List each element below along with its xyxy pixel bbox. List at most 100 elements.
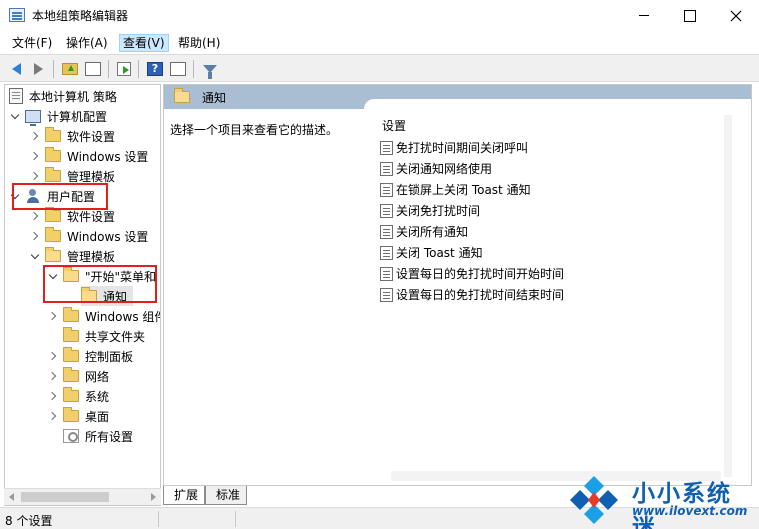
console-tree-icon (85, 62, 101, 76)
filter-button[interactable] (200, 59, 220, 79)
tree-item-system[interactable]: 系统 (47, 386, 109, 406)
chevron-right-icon[interactable] (47, 310, 59, 322)
back-button[interactable] (6, 59, 26, 79)
policy-setting-icon (380, 224, 393, 239)
menu-view[interactable]: 查看(V) (119, 34, 169, 52)
scroll-left-icon[interactable] (9, 493, 14, 501)
show-hide-tree-button[interactable] (83, 59, 103, 79)
maximize-button[interactable] (667, 0, 713, 31)
chevron-right-icon[interactable] (47, 350, 59, 362)
tree-item-user-configuration[interactable]: 用户配置 (9, 186, 95, 206)
list-item[interactable]: 设置每日的免打扰时间开始时间 (380, 263, 564, 284)
console-tree[interactable]: 本地计算机 策略 计算机配置 软件设置 Windows 设置 管理模板 用户配置… (4, 84, 161, 506)
export-icon (117, 62, 131, 76)
chevron-down-icon[interactable] (47, 270, 59, 282)
status-setting-count: 8 个设置 (5, 514, 53, 528)
menu-file[interactable]: 文件(F) (9, 34, 55, 52)
list-item[interactable]: 关闭 Toast 通知 (380, 242, 483, 263)
list-item-label: 关闭 Toast 通知 (396, 246, 483, 260)
help-button[interactable]: ? (145, 59, 165, 79)
list-area-curve (364, 99, 751, 113)
tree-item-computer-configuration[interactable]: 计算机配置 (9, 106, 107, 126)
toolbar-separator (138, 60, 139, 78)
scroll-thumb[interactable] (21, 492, 109, 502)
folder-open-icon (174, 88, 190, 103)
list-item[interactable]: 设置每日的免打扰时间结束时间 (380, 284, 564, 305)
chevron-right-icon[interactable] (29, 210, 41, 222)
tree-item-label: 用户配置 (47, 189, 96, 204)
chevron-right-icon[interactable] (29, 150, 41, 162)
toolbar-separator (193, 60, 194, 78)
tab-standard[interactable]: 标准 (205, 486, 248, 505)
tree-item-all-settings[interactable]: 所有设置 (47, 426, 133, 446)
tree-item-cc-admin-templates[interactable]: 管理模板 (29, 166, 115, 186)
tree-item-network[interactable]: 网络 (47, 366, 109, 386)
tree-item-uc-software-settings[interactable]: 软件设置 (29, 206, 115, 226)
status-separator (235, 511, 236, 527)
column-header-setting[interactable]: 设置 (382, 117, 406, 134)
tree-item-label: 控制面板 (85, 349, 134, 364)
menu-help[interactable]: 帮助(H) (175, 34, 223, 52)
chevron-right-icon[interactable] (47, 370, 59, 382)
list-item[interactable]: 关闭免打扰时间 (380, 200, 480, 221)
watermark-url: www.ilovext.com (632, 504, 748, 518)
tree-item-label: Windows 组件 (85, 309, 161, 324)
chevron-right-icon[interactable] (29, 130, 41, 142)
minimize-button[interactable] (621, 0, 667, 31)
tree-item-desktop[interactable]: 桌面 (47, 406, 109, 426)
list-item-label: 免打扰时间期间关闭呼叫 (396, 141, 529, 155)
details-pane: 通知 选择一个项目来查看它的描述。 设置 免打扰时间期间关闭呼叫 关闭通知网络使… (163, 84, 752, 486)
list-item[interactable]: 关闭所有通知 (380, 221, 468, 242)
list-item-label: 在锁屏上关闭 Toast 通知 (396, 183, 531, 197)
tree-item-windows-components[interactable]: Windows 组件 (47, 306, 161, 326)
tree-item-control-panel[interactable]: 控制面板 (47, 346, 133, 366)
list-item[interactable]: 免打扰时间期间关闭呼叫 (380, 137, 528, 158)
chevron-down-icon[interactable] (29, 250, 41, 262)
list-vertical-scrollbar[interactable] (724, 115, 736, 485)
description-text: 选择一个项目来查看它的描述。 (170, 123, 339, 137)
tab-extended[interactable]: 扩展 (163, 486, 206, 505)
folder-open-icon (45, 247, 61, 262)
filter-icon (203, 65, 217, 79)
tree-item-start-menu-taskbar[interactable]: "开始"菜单和 (47, 266, 156, 286)
tree-item-label: 系统 (85, 389, 110, 404)
extended-view-button[interactable] (168, 59, 188, 79)
tree-item-label: 桌面 (85, 409, 110, 424)
scroll-right-icon[interactable] (151, 493, 156, 501)
policy-editor-app-icon (9, 8, 25, 22)
scroll-thumb[interactable] (724, 115, 732, 477)
policy-setting-icon (380, 140, 393, 155)
folder-icon (63, 387, 79, 402)
tree-root[interactable]: 本地计算机 策略 (9, 86, 117, 106)
tree-item-notifications[interactable]: 通知 (81, 286, 134, 306)
folder-icon (45, 227, 61, 242)
list-item-label: 关闭免打扰时间 (396, 204, 481, 218)
tree-item-uc-windows-settings[interactable]: Windows 设置 (29, 226, 148, 246)
export-list-button[interactable] (114, 59, 134, 79)
tree-item-label: 管理模板 (67, 249, 116, 264)
tree-item-label: Windows 设置 (67, 229, 149, 244)
chevron-right-icon[interactable] (29, 230, 41, 242)
folder-icon (45, 207, 61, 222)
chevron-down-icon[interactable] (9, 110, 21, 122)
tree-horizontal-scrollbar[interactable] (4, 488, 161, 505)
tree-item-uc-admin-templates[interactable]: 管理模板 (29, 246, 115, 266)
list-item[interactable]: 在锁屏上关闭 Toast 通知 (380, 179, 531, 200)
toolbar-separator (53, 60, 54, 78)
tree-item-label: 管理模板 (67, 169, 116, 184)
close-button[interactable] (713, 0, 759, 31)
watermark-title: 小小系统迷 (632, 481, 732, 529)
window-title: 本地组策略编辑器 (32, 9, 129, 23)
chevron-down-icon[interactable] (9, 190, 21, 202)
forward-button[interactable] (28, 59, 48, 79)
tree-item-cc-software-settings[interactable]: 软件设置 (29, 126, 115, 146)
chevron-right-icon[interactable] (29, 170, 41, 182)
list-item[interactable]: 关闭通知网络使用 (380, 158, 492, 179)
tree-item-cc-windows-settings[interactable]: Windows 设置 (29, 146, 148, 166)
menu-action[interactable]: 操作(A) (63, 34, 111, 52)
tree-item-label: 计算机配置 (47, 109, 108, 124)
chevron-right-icon[interactable] (47, 410, 59, 422)
tree-item-shared-folders[interactable]: 共享文件夹 (47, 326, 145, 346)
up-one-level-button[interactable] (60, 59, 80, 79)
chevron-right-icon[interactable] (47, 390, 59, 402)
